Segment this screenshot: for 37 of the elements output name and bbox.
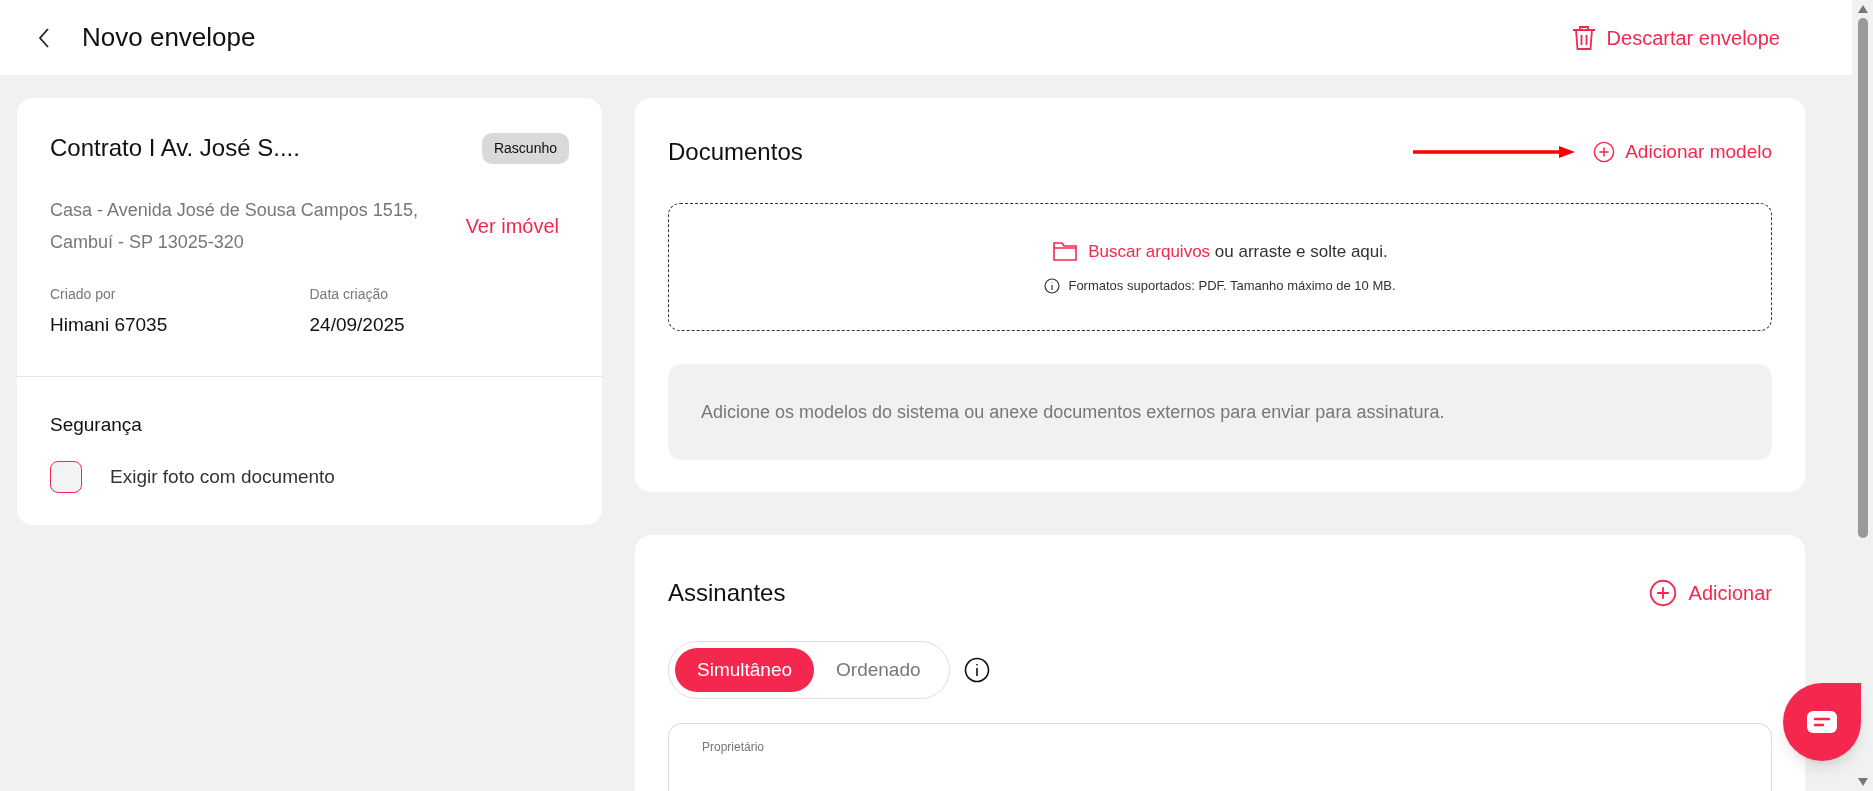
plus-circle-icon (1593, 141, 1616, 163)
section-title: Segurança (50, 412, 143, 437)
field-label: Data criação (309, 285, 390, 304)
checkbox[interactable] (50, 461, 82, 493)
field-value: 24/09/2025 (309, 313, 406, 337)
add-template-button[interactable]: Adicionar modelo (1593, 137, 1772, 167)
field-value: Himani 67035 (50, 313, 169, 337)
info-icon[interactable] (963, 657, 990, 683)
back-icon (37, 26, 51, 49)
envelope-title: Contrato I Av. José S.... (50, 133, 300, 163)
dropzone-text: Buscar arquivos ou arraste e solte aqui. (1088, 240, 1388, 263)
section-title: Assinantes (668, 578, 786, 608)
folder-icon (1052, 240, 1079, 263)
signer-role: Proprietário (702, 740, 765, 754)
dropzone-hint: Formatos suportados: PDF. Tamanho máximo de 10 MB. (1068, 277, 1396, 295)
discard-button[interactable]: Descartar envelope (1570, 22, 1780, 53)
upload-dropzone[interactable]: Buscar arquivos ou arraste e solte aqui. Formatos suportados: PDF. Tamanho máximo de 10 MB. (668, 203, 1772, 331)
field-label: Criado por (50, 285, 117, 304)
status-badge: Rascunho (481, 133, 569, 164)
scroll-up-icon[interactable] (1856, 4, 1869, 14)
browse-files-link[interactable]: Buscar arquivos (1088, 241, 1211, 261)
address-text: Casa - Avenida José de Sousa Campos 1515, Cambuí - SP 13025-320 (50, 199, 419, 254)
scroll-down-icon[interactable] (1856, 777, 1869, 787)
mode-tab[interactable]: Simultâneo (675, 648, 815, 692)
plus-circle-icon (1648, 579, 1677, 607)
chat-icon (1807, 711, 1837, 733)
checkbox-label: Exigir foto com documento (110, 464, 335, 489)
page-title: Novo envelope (82, 21, 256, 54)
scrollbar-thumb[interactable] (1857, 18, 1868, 538)
mode-tab[interactable]: Ordenado (814, 648, 943, 692)
empty-message: Adicione os modelos do sistema ou anexe documentos externos para enviar para assinatura. (701, 400, 1445, 424)
trash-icon (1570, 23, 1597, 52)
scrollbar[interactable] (1852, 0, 1873, 791)
section-title: Documentos (668, 137, 803, 167)
info-icon (1044, 277, 1061, 294)
view-property-link[interactable]: Ver imóvel (465, 211, 559, 241)
add-signer-button[interactable]: Adicionar (1648, 578, 1772, 608)
